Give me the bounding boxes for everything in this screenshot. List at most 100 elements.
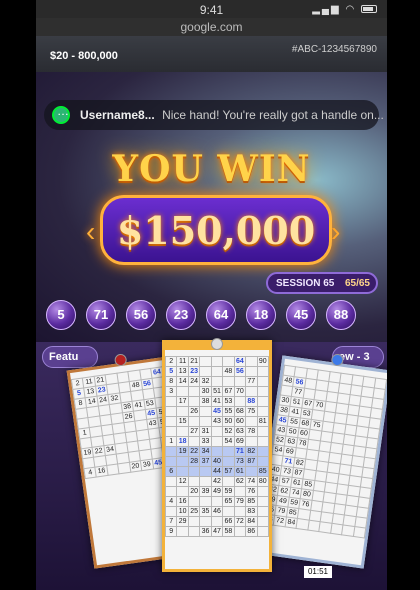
card-cell <box>199 406 212 417</box>
card-cell <box>199 516 212 527</box>
card-cell: 22 <box>187 446 201 457</box>
card-cell <box>210 356 224 367</box>
card-row: 17 38 41 53 88 <box>164 396 269 407</box>
bingo-card-center[interactable]: 2 11 21 64 90 5 13 23 48 56 8 14 24 32 77 3 30 51 67 70 17 38… <box>162 338 272 572</box>
card-cell: 62 <box>233 476 247 487</box>
card-row: 1 18 33 54 69 <box>164 436 269 447</box>
card-cell: 77 <box>245 376 258 387</box>
card-cell: 90 <box>256 356 269 367</box>
timer: 01:51 <box>304 566 332 578</box>
card-cell: 2 <box>164 356 178 367</box>
chat-text: Nice hand! You're really got a handle on… <box>162 108 384 122</box>
card-cell <box>199 476 212 487</box>
url-text: google.com <box>180 20 243 34</box>
card-cell <box>199 366 212 377</box>
card-cell: 39 <box>199 486 212 497</box>
card-cell <box>256 456 269 467</box>
win-amount-box: $150,000 <box>100 195 332 265</box>
card-cell <box>233 396 247 407</box>
card-cell <box>187 396 201 407</box>
card-cell: 28 <box>187 456 201 467</box>
card-row: 19 22 34 71 82 <box>164 446 269 457</box>
card-cell <box>187 466 201 477</box>
card-cell: 80 <box>256 476 269 487</box>
card-cell: 29 <box>176 516 189 527</box>
card-row: 20 39 49 59 76 <box>164 486 269 497</box>
card-cell <box>199 496 212 507</box>
card-cell: 41 <box>210 396 224 407</box>
card-cell: 75 <box>245 406 258 417</box>
featured-pill-label: Featu <box>49 351 79 363</box>
card-cell <box>222 376 235 387</box>
card-cell <box>245 366 258 377</box>
card-cell: 63 <box>233 426 247 437</box>
card-cell: 10 <box>176 506 189 517</box>
card-cell: 15 <box>176 416 189 427</box>
chat-bubble-icon <box>52 104 70 124</box>
card-cell: 4 <box>164 496 178 507</box>
browser-url-bar[interactable]: google.com <box>36 18 387 36</box>
card-cell <box>164 446 178 457</box>
card-cell <box>176 486 189 497</box>
card-cell <box>210 446 224 457</box>
signal-icon: ▂▄▆ <box>312 4 341 15</box>
card-row: 7 29 66 72 84 <box>164 516 269 527</box>
card-cell: 56 <box>233 366 247 377</box>
card-cell <box>233 486 247 497</box>
card-cell <box>233 376 247 387</box>
card-cell <box>187 496 201 507</box>
card-cell: 61 <box>233 466 247 477</box>
chat-banner[interactable]: Username8... Nice hand! You're really go… <box>44 100 384 130</box>
card-cell <box>256 506 269 517</box>
card-row: 8 14 24 32 77 <box>164 376 269 387</box>
card-row: 6 44 57 61 85 <box>164 466 269 477</box>
featured-pill[interactable]: Featu <box>42 346 98 368</box>
chat-message: Username8... Nice hand! You're really go… <box>80 108 384 122</box>
card-cell: 25 <box>187 506 201 517</box>
chevron-right-icon: › <box>331 216 341 247</box>
card-cell: 66 <box>222 516 235 527</box>
card-cell: 40 <box>210 456 224 467</box>
card-cell: 1 <box>164 436 178 447</box>
card-cell <box>256 406 269 417</box>
card-cell <box>176 456 189 467</box>
win-title: YOU WIN <box>112 148 311 190</box>
card-cell <box>176 526 189 537</box>
card-cell: 70 <box>233 386 247 397</box>
card-cell <box>187 526 201 537</box>
card-cell: 11 <box>176 356 189 367</box>
card-cell: 85 <box>245 496 258 507</box>
top-info-bar: $20 - 800,000 #ABC-1234567890 <box>36 36 387 72</box>
card-row: 28 37 40 73 87 <box>164 456 269 467</box>
game-id: #ABC-1234567890 <box>291 44 377 55</box>
card-cell: 68 <box>233 406 247 417</box>
card-cell: 33 <box>199 436 212 447</box>
card-cell <box>176 466 189 477</box>
card-cell <box>210 516 224 527</box>
card-cell: 44 <box>210 466 224 477</box>
card-cell <box>187 416 201 427</box>
card-row: 10 25 35 46 83 <box>164 506 269 517</box>
card-cell: 85 <box>256 466 269 477</box>
called-ball: 71 <box>86 300 116 330</box>
card-cell: 86 <box>245 526 258 537</box>
card-cell: 64 <box>233 356 247 367</box>
card-cell <box>245 416 258 427</box>
card-cell <box>210 366 224 377</box>
card-cell: 7 <box>164 516 178 527</box>
card-cell: 48 <box>222 366 235 377</box>
card-cell: 59 <box>222 486 235 497</box>
card-cell: 17 <box>176 396 189 407</box>
called-ball: 56 <box>126 300 156 330</box>
card-cell: 31 <box>199 426 212 437</box>
card-cell <box>164 406 178 417</box>
card-row: 3 30 51 67 70 <box>164 386 269 397</box>
chat-username: Username8... <box>80 108 155 122</box>
card-cell <box>245 466 258 477</box>
card-cell <box>256 496 269 507</box>
card-cell: 54 <box>222 436 235 447</box>
card-cell: 8 <box>164 376 178 387</box>
card-cell: 79 <box>233 496 247 507</box>
card-cell: 46 <box>210 506 224 517</box>
card-cell <box>256 446 269 457</box>
